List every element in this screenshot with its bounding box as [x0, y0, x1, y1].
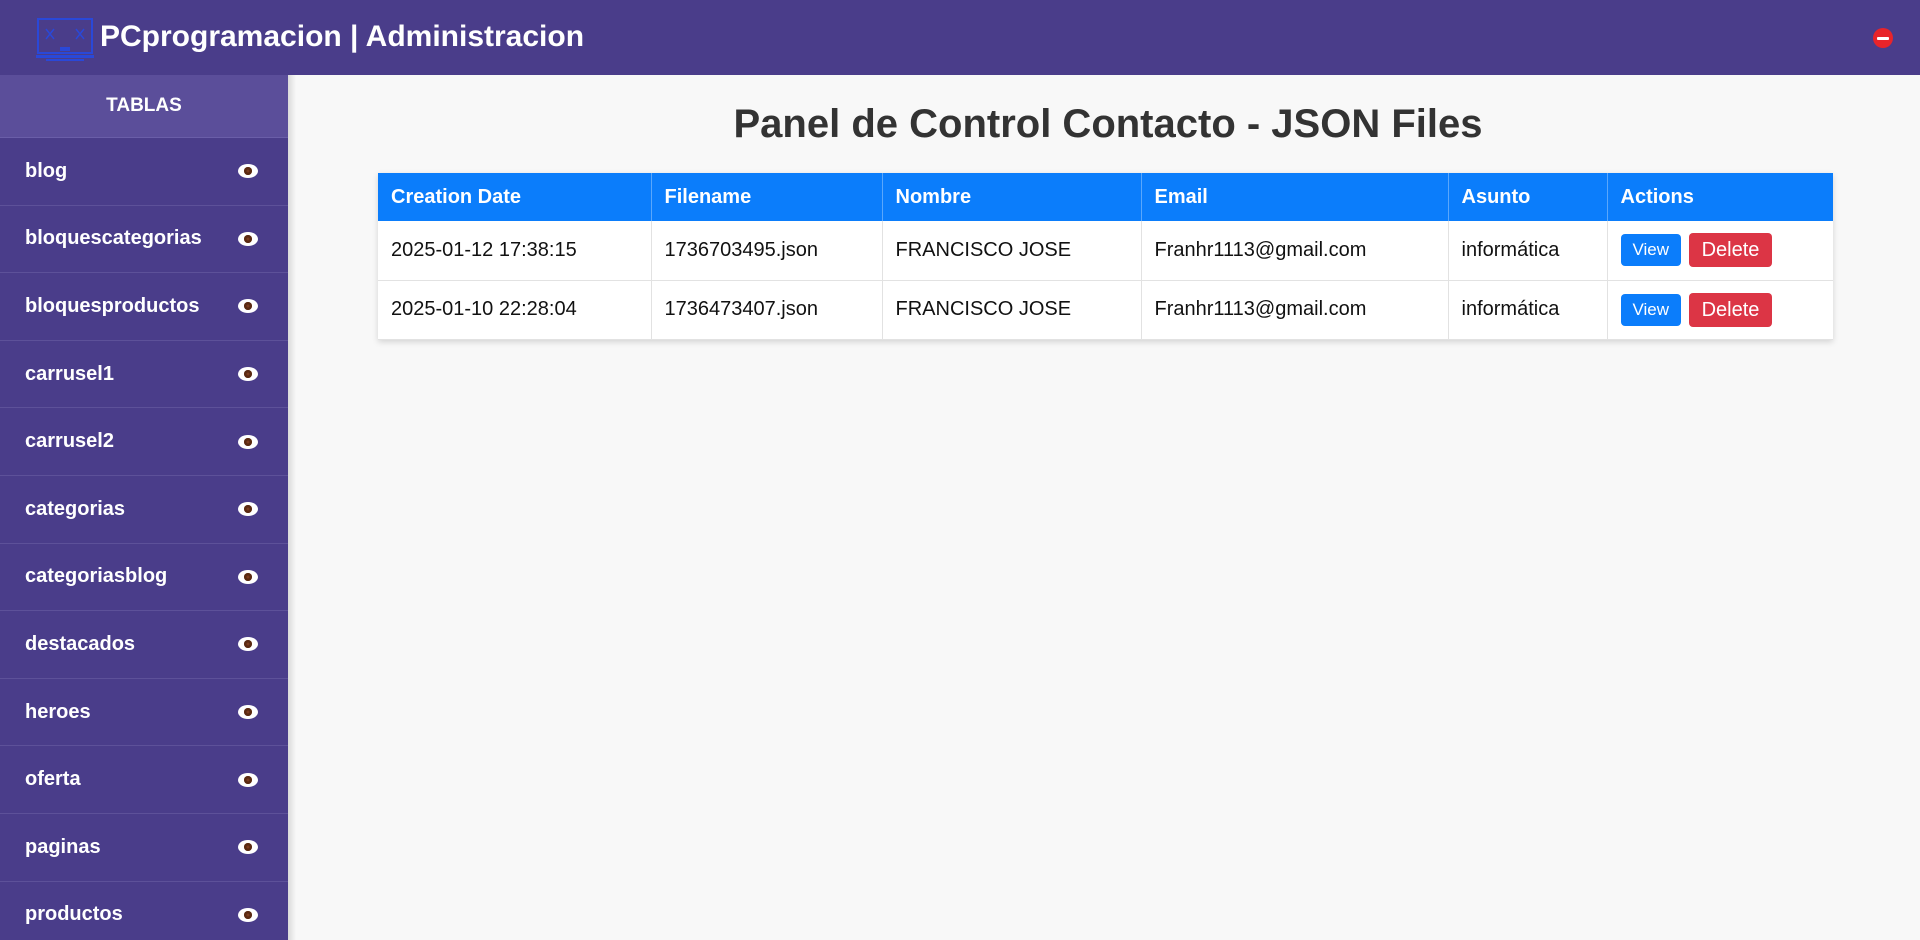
cell-filename: 1736473407.json: [651, 280, 883, 340]
sidebar-item-productos[interactable]: productos: [0, 882, 288, 940]
sidebar-item-label: categoriasblog: [25, 565, 168, 588]
sidebar-item-destacados[interactable]: destacados: [0, 611, 288, 679]
column-header-actions: Actions: [1607, 173, 1833, 221]
eye-icon[interactable]: [238, 907, 258, 922]
table-row: 2025-01-12 17:38:15 1736703495.json FRAN…: [378, 221, 1833, 281]
sidebar-item-label: blog: [25, 159, 68, 182]
cell-asunto: informática: [1448, 280, 1608, 340]
cell-email: Franhr1113@gmail.com: [1141, 280, 1449, 340]
page-title: Panel de Control Contacto - JSON Files: [733, 102, 1483, 146]
eye-icon[interactable]: [238, 705, 258, 720]
top-navbar: PCprogramacion | Administracion: [0, 0, 1920, 75]
eye-icon[interactable]: [238, 231, 258, 246]
eye-icon[interactable]: [238, 569, 258, 584]
contacts-table-container: Creation Date Filename Nombre Email Asun…: [378, 173, 1833, 340]
cell-actions: View Delete: [1607, 221, 1833, 281]
cell-nombre: FRANCISCO JOSE: [882, 221, 1142, 281]
column-header-creation-date: Creation Date: [378, 173, 652, 221]
sidebar-item-label: categorias: [25, 497, 126, 520]
eye-icon[interactable]: [238, 772, 258, 787]
eye-icon[interactable]: [238, 840, 258, 855]
sidebar-item-paginas[interactable]: paginas: [0, 814, 288, 882]
sidebar-item-carrusel1[interactable]: carrusel1: [0, 341, 288, 409]
cell-email: Franhr1113@gmail.com: [1141, 221, 1449, 281]
eye-icon[interactable]: [238, 434, 258, 449]
column-header-filename: Filename: [651, 173, 883, 221]
sidebar: TABLAS blog bloquescategorias bloquesprodu…: [0, 75, 288, 940]
eye-icon[interactable]: [238, 637, 258, 652]
sidebar-item-label: carrusel2: [25, 430, 114, 453]
eye-icon[interactable]: [238, 299, 258, 314]
table-header-row: Creation Date Filename Nombre Email Asun…: [378, 173, 1833, 221]
table-row: 2025-01-10 22:28:04 1736473407.json FRAN…: [378, 280, 1833, 340]
column-header-asunto: Asunto: [1448, 173, 1608, 221]
app-title[interactable]: PCprogramacion | Administracion: [100, 18, 584, 56]
cell-actions: View Delete: [1607, 280, 1833, 340]
sidebar-item-carrusel2[interactable]: carrusel2: [0, 408, 288, 476]
delete-button[interactable]: Delete: [1688, 233, 1773, 268]
view-button[interactable]: View: [1620, 293, 1682, 326]
sidebar-item-label: bloquesproductos: [25, 294, 200, 317]
sidebar-item-heroes[interactable]: heroes: [0, 679, 288, 747]
sidebar-item-label: paginas: [25, 835, 101, 858]
sidebar-item-label: destacados: [25, 632, 136, 655]
sidebar-item-oferta[interactable]: oferta: [0, 746, 288, 814]
sidebar-item-label: carrusel1: [25, 362, 114, 385]
cell-filename: 1736703495.json: [651, 221, 883, 281]
sidebar-item-blog[interactable]: blog: [0, 138, 288, 206]
sidebar-divider: [288, 75, 296, 940]
cell-creation-date: 2025-01-12 17:38:15: [378, 221, 652, 281]
sidebar-item-label: bloquescategorias: [25, 227, 202, 250]
sidebar-item-label: oferta: [25, 768, 81, 791]
sidebar-item-label: heroes: [25, 700, 91, 723]
eye-icon[interactable]: [238, 367, 258, 382]
delete-button[interactable]: Delete: [1688, 292, 1773, 327]
column-header-nombre: Nombre: [882, 173, 1142, 221]
eye-icon[interactable]: [238, 502, 258, 517]
cell-creation-date: 2025-01-10 22:28:04: [378, 280, 652, 340]
sidebar-item-categorias[interactable]: categorias: [0, 476, 288, 544]
sidebar-list: blog bloquescategorias bloquesproductos car…: [0, 138, 288, 940]
cell-nombre: FRANCISCO JOSE: [882, 280, 1142, 340]
sidebar-item-bloquesproductos[interactable]: bloquesproductos: [0, 273, 288, 341]
sidebar-item-categoriasblog[interactable]: categoriasblog: [0, 544, 288, 612]
column-header-email: Email: [1141, 173, 1449, 221]
contacts-table: Creation Date Filename Nombre Email Asun…: [378, 173, 1833, 340]
eye-icon[interactable]: [238, 164, 258, 179]
cell-asunto: informática: [1448, 221, 1608, 281]
no-entry-icon[interactable]: [1873, 28, 1893, 48]
sidebar-item-label: productos: [25, 903, 123, 926]
monitor-logo-icon[interactable]: [32, 17, 98, 63]
sidebar-title: TABLAS: [0, 75, 288, 138]
sidebar-item-bloquescategorias[interactable]: bloquescategorias: [0, 206, 288, 274]
view-button[interactable]: View: [1620, 234, 1682, 267]
